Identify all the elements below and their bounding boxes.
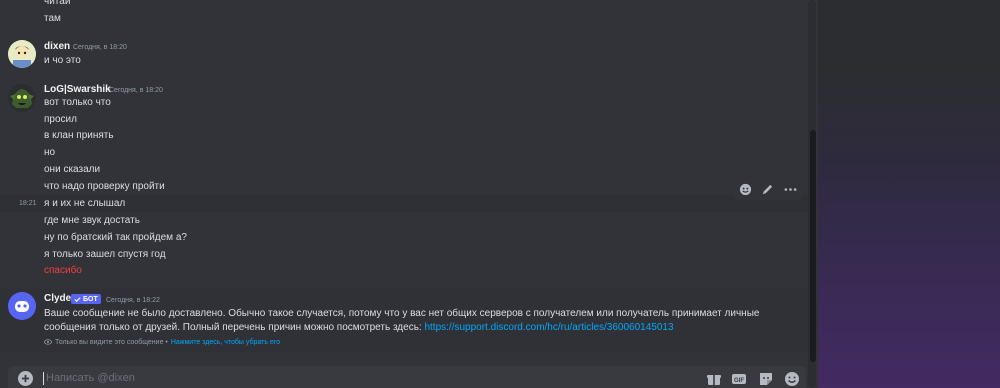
message-line: там [44,13,61,24]
support-link[interactable]: https://support.discord.com/hc/ru/articl… [424,322,673,333]
hover-timestamp: 18:21 [19,200,37,207]
message-line: в клан принять [44,130,114,141]
plus-icon [21,374,30,383]
message-line: я и их не слышал [44,198,126,209]
bot-badge-label: БОТ [83,295,98,303]
username[interactable]: dixen [44,41,70,52]
eye-icon [44,339,52,345]
dismiss-link[interactable]: Нажмите здесь, чтобы убрать его [171,339,280,346]
timestamp: Сегодня, в 18:20 [73,44,127,51]
message-line: я только зашел спустя год [44,249,166,260]
message-line: они сказали [44,164,101,175]
message-line: что надо проверку пройти [44,181,165,192]
avatar[interactable] [8,40,36,68]
message-line: читай [44,0,71,7]
verified-check-icon [74,296,81,302]
message-text: сообщения только от друзей. Полный переч… [44,322,425,333]
add-reaction-icon[interactable] [736,180,754,198]
bot-badge: БОТ [71,294,101,304]
swarshik-avatar-icon [8,84,36,112]
ephemeral-notice: Только вы видите это сообщение • Нажмите… [44,338,280,346]
chat-pane: читай там dixen Сегодня, в 18:20 и чо эт… [0,0,818,388]
edit-icon[interactable] [759,180,777,198]
svg-text:GIF: GIF [734,378,744,384]
side-panel [818,0,1000,388]
attach-button[interactable] [18,371,33,386]
timestamp: Сегодня, в 18:20 [109,87,163,94]
ephemeral-text: Только вы видите это сообщение • [55,338,168,346]
message-line: вот только что [44,97,111,108]
message-line: ну по братский так пройдем а? [44,232,187,243]
avatar[interactable] [8,84,36,112]
message-line: но [44,147,56,158]
more-icon[interactable] [782,180,800,198]
message-line: где мне звук достать [44,215,140,226]
dixen-avatar-icon [8,40,36,68]
message-line: просил [44,114,77,125]
message-toolbar [734,178,802,200]
message-line: и чо это [44,55,81,66]
message-line: сообщения только от друзей. Полный переч… [44,321,674,335]
gift-icon[interactable] [706,371,722,387]
timestamp: Сегодня, в 18:22 [106,297,160,304]
username[interactable]: LoG|Swarshik [44,84,111,95]
clyde-avatar-icon [8,292,36,320]
message-input[interactable] [46,370,646,386]
avatar[interactable] [8,292,36,320]
username[interactable]: Clyde [44,293,71,304]
gif-icon[interactable]: GIF [731,371,747,387]
emoji-icon[interactable] [784,371,800,387]
failed-message-line: спасибо [44,265,82,276]
sticker-icon[interactable] [758,371,774,387]
message-line: Ваше сообщение не было доставлено. Обычн… [44,308,760,319]
text-caret [43,372,44,385]
scrollbar-thumb[interactable] [810,130,816,362]
